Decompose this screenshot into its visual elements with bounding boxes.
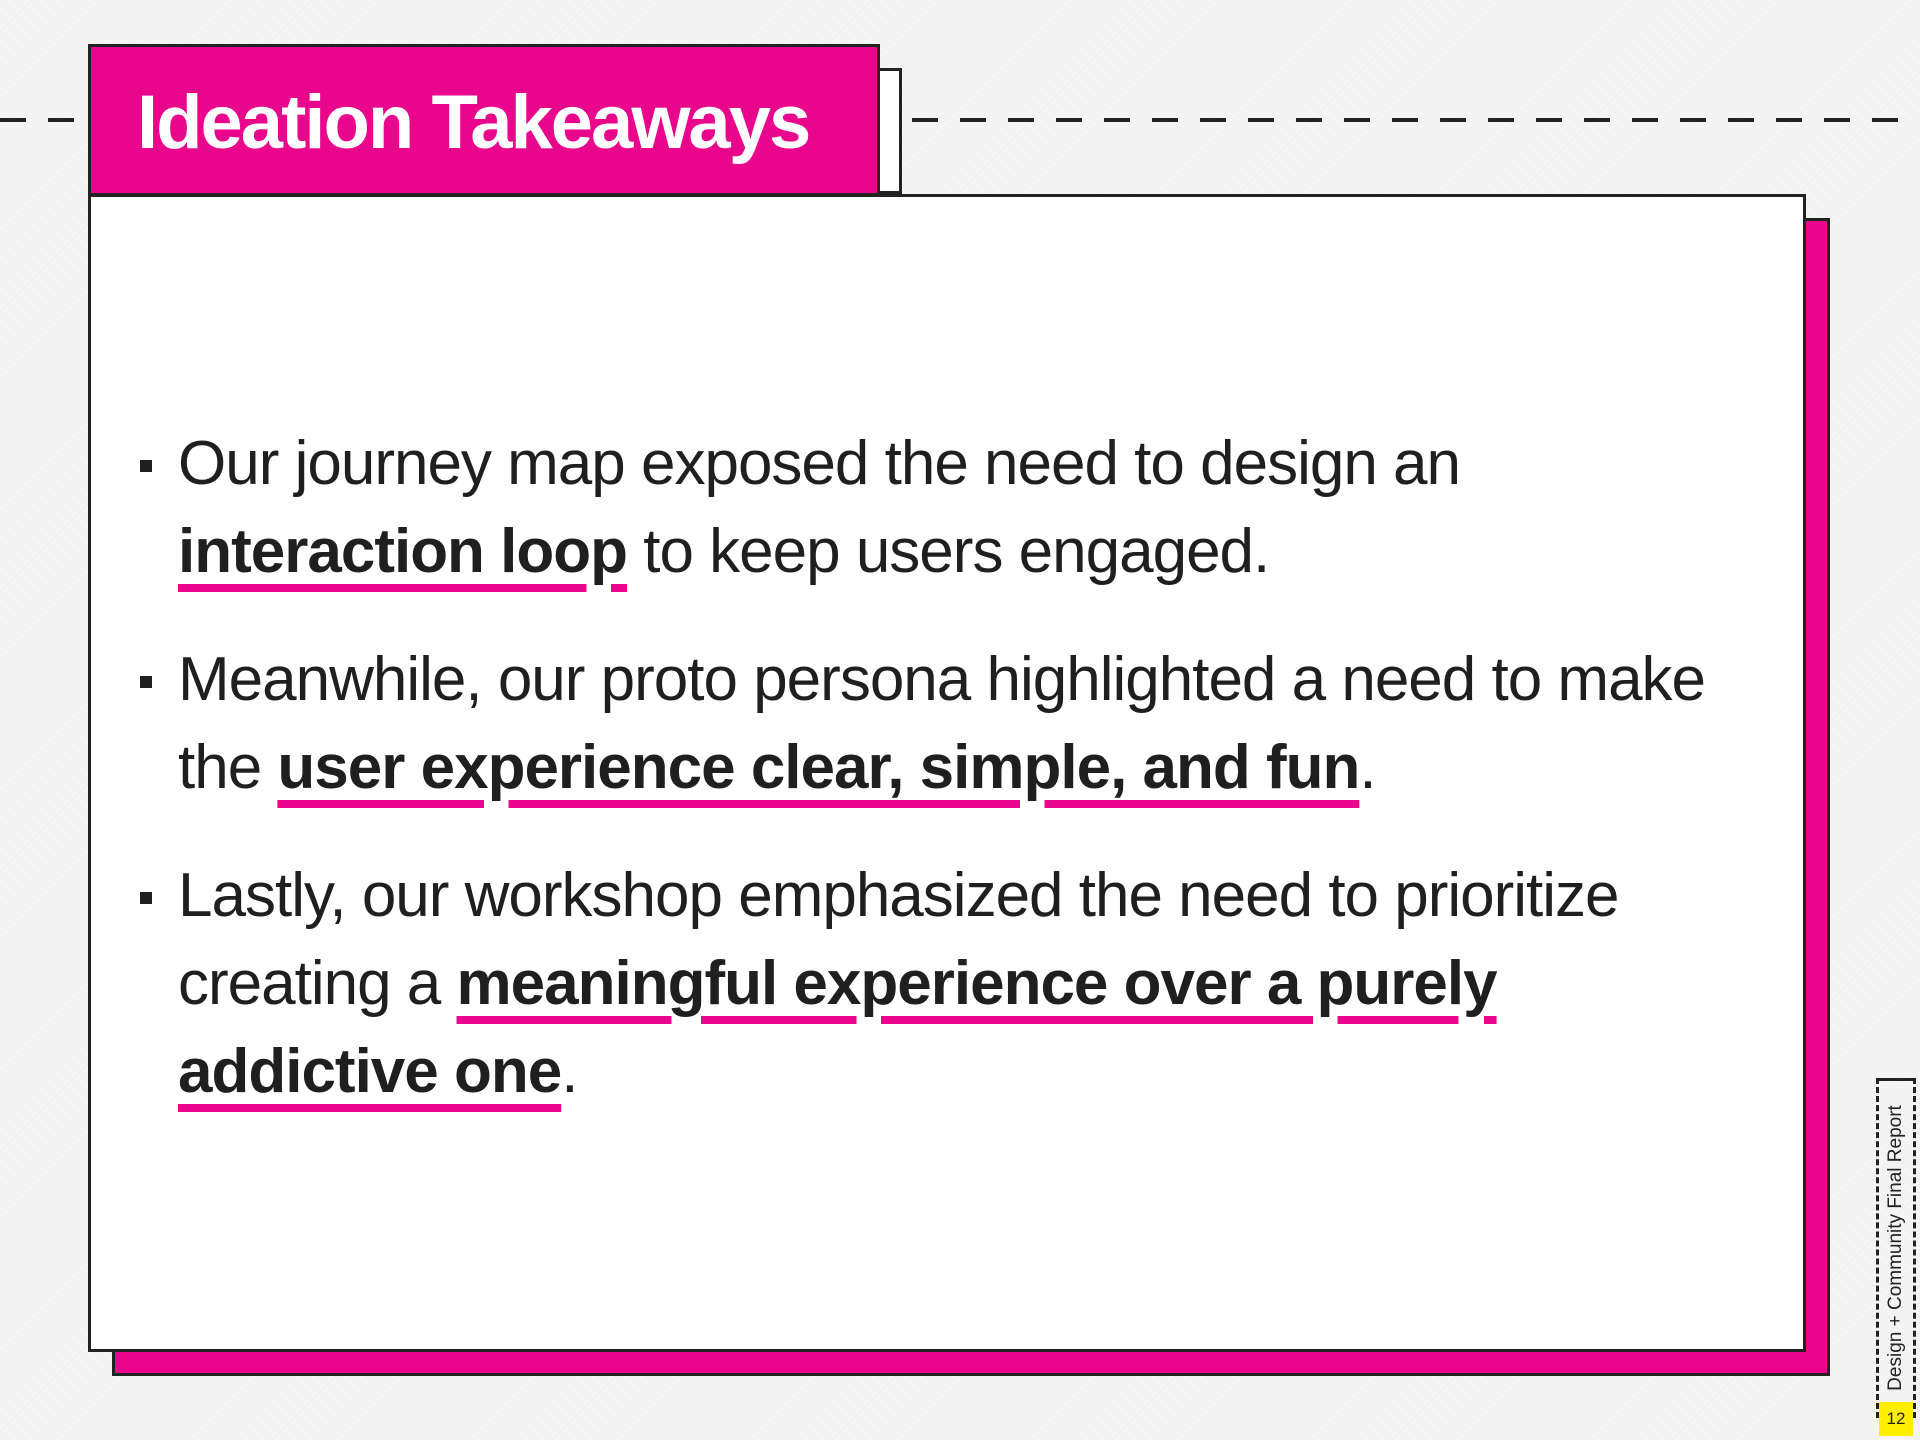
takeaway-highlight: user experience clear, simple, and fun (277, 733, 1360, 802)
title-tab: Ideation Takeaways (88, 44, 880, 196)
page-number-badge: 12 (1879, 1402, 1913, 1436)
takeaway-text: Our journey map exposed the need to desi… (178, 429, 1461, 498)
takeaway-highlight: interaction loop (178, 517, 628, 586)
square-bullet-icon (140, 676, 152, 688)
takeaway-item-3: Lastly, our workshop emphasized the need… (88, 852, 1748, 1116)
takeaway-item-1: Our journey map exposed the need to desi… (88, 420, 1748, 596)
square-bullet-icon (140, 460, 152, 472)
takeaway-text: . (561, 1037, 578, 1106)
report-label: Design + Community Final Report (1885, 1105, 1906, 1391)
takeaway-list: Our journey map exposed the need to desi… (88, 420, 1748, 1156)
takeaway-text: . (1359, 733, 1376, 802)
square-bullet-icon (140, 892, 152, 904)
slide-title: Ideation Takeaways (137, 80, 811, 165)
takeaway-text: to keep users engaged. (627, 517, 1270, 586)
takeaway-item-2: Meanwhile, our proto persona highlighted… (88, 636, 1748, 812)
